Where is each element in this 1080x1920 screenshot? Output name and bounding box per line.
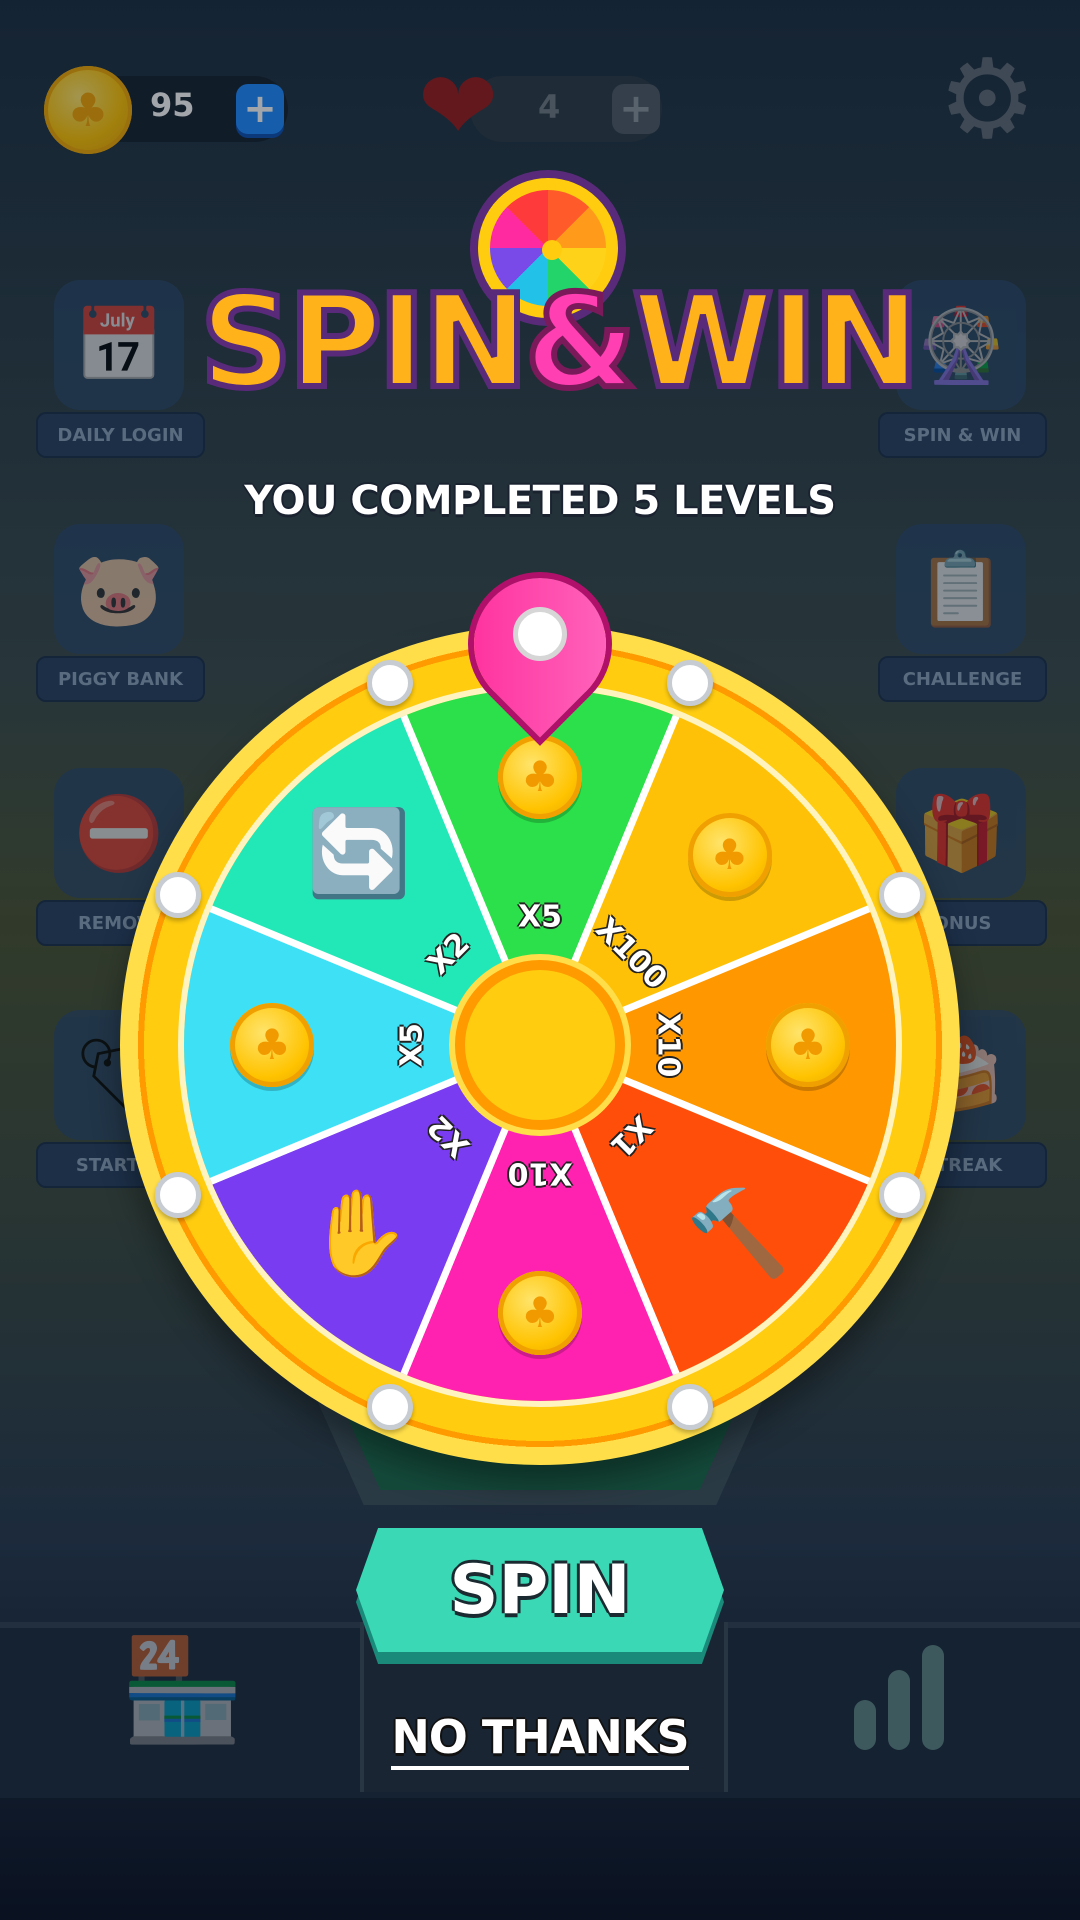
segment-multiplier-label: X5 <box>517 899 563 935</box>
side-item-challenge[interactable]: 📋 CHALLENGE <box>878 524 1047 714</box>
no-thanks-link[interactable]: NO THANKS <box>391 1710 690 1770</box>
coin-reward-icon: ♣ <box>766 1003 850 1087</box>
wheel-rim-peg <box>667 1384 713 1431</box>
coin-reward-icon: ♣ <box>498 1271 582 1355</box>
coin-icon: ♣ <box>44 66 132 154</box>
title-spin: SPIN <box>197 265 532 420</box>
wheel-rim-peg <box>154 871 201 918</box>
side-item-label: SPIN & WIN <box>878 412 1047 458</box>
wheel-rim-peg <box>879 1172 926 1218</box>
hand-reward-icon: ✋ <box>306 1183 412 1282</box>
clover-icon: ♣ <box>521 752 559 801</box>
add-coins-button[interactable]: + <box>236 84 284 134</box>
segment-multiplier-label: X10 <box>650 1012 686 1078</box>
heart-icon: ❤ <box>418 50 499 162</box>
levels-completed-text: YOU COMPLETED 5 LEVELS <box>244 478 836 524</box>
side-item-piggy-bank[interactable]: 🐷 PIGGY BANK <box>36 524 205 714</box>
wheel-rim-peg <box>154 1172 201 1218</box>
title-win: WIN <box>629 265 923 420</box>
coin-reward-icon: ♣ <box>498 735 582 819</box>
wheel-rim-peg <box>366 1384 413 1431</box>
settings-gear-icon[interactable]: ⚙ <box>938 44 1037 154</box>
side-item-daily-login[interactable]: 📅 DAILY LOGIN <box>36 280 205 470</box>
coin-reward-icon: ♣ <box>230 1003 314 1087</box>
no-thanks-row: NO THANKS <box>0 1710 1080 1770</box>
title-wheel-hub <box>542 240 562 260</box>
clover-icon: ♣ <box>253 1020 291 1069</box>
lives-count: 4 <box>538 88 561 126</box>
wheel-rim-peg <box>366 659 413 706</box>
title-ampersand: & <box>522 265 640 420</box>
add-lives-button[interactable]: + <box>612 84 660 134</box>
piggy-bank-icon: 🐷 <box>54 524 184 654</box>
spin-button[interactable]: SPIN <box>356 1528 724 1652</box>
clover-icon: ♣ <box>710 830 749 880</box>
segment-multiplier-label: X10 <box>507 1155 573 1191</box>
clover-icon: ♣ <box>521 1288 559 1337</box>
side-item-label: DAILY LOGIN <box>36 412 205 458</box>
coin-reward-icon: ♣ <box>687 813 772 898</box>
side-item-label: CHALLENGE <box>878 656 1047 702</box>
clover-icon: ♣ <box>67 83 109 137</box>
calendar-icon: 📅 <box>54 280 184 410</box>
wheel-hub <box>455 960 625 1130</box>
spin-win-title: SPIN&WIN <box>197 265 923 420</box>
refresh-reward-icon: 🔄 <box>306 804 412 903</box>
wheel-rim-peg <box>879 871 926 918</box>
hammer-reward-icon: 🔨 <box>685 1183 791 1282</box>
pointer-pin <box>513 607 567 661</box>
coin-count: 95 <box>150 86 195 124</box>
clover-icon: ♣ <box>789 1020 827 1069</box>
segment-multiplier-label: X5 <box>394 1022 430 1068</box>
side-item-label: PIGGY BANK <box>36 656 205 702</box>
wheel-rim-peg <box>667 659 713 706</box>
clipboard-icon: 📋 <box>896 524 1026 654</box>
